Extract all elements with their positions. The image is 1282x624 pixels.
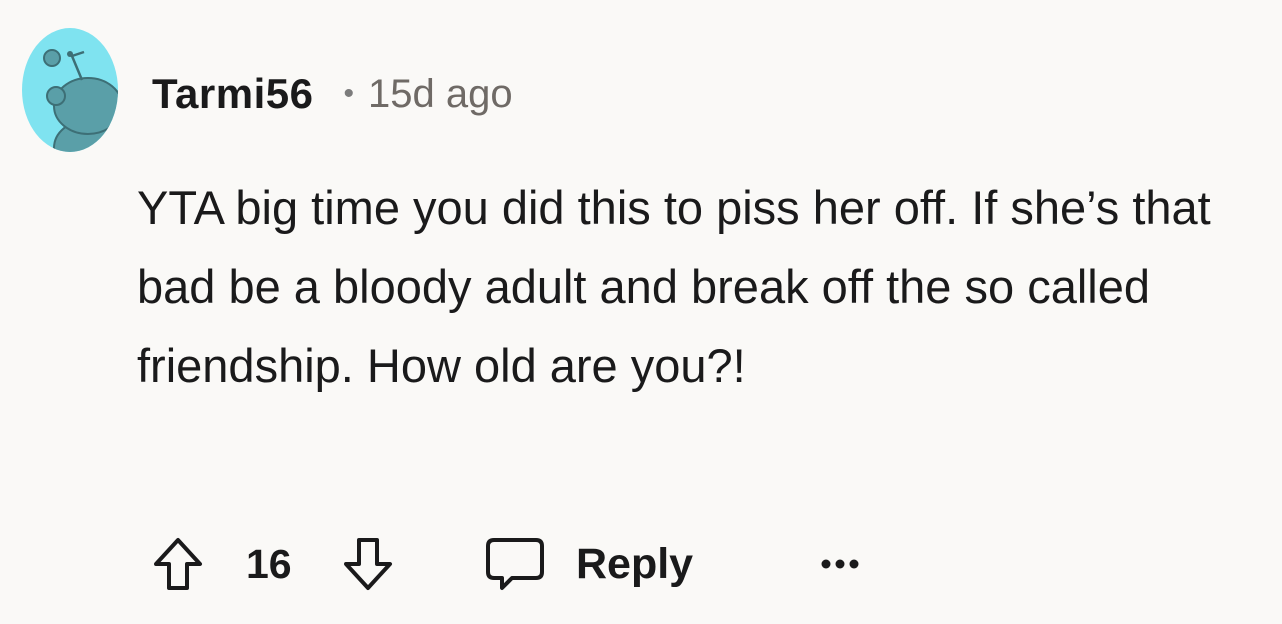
comment-header: Tarmi56 • 15d ago bbox=[152, 66, 513, 122]
reply-label: Reply bbox=[576, 539, 694, 588]
reply-button[interactable]: Reply bbox=[484, 532, 693, 596]
upvote-button[interactable] bbox=[146, 532, 210, 596]
more-options-button[interactable] bbox=[818, 532, 862, 596]
comment: Tarmi56 • 15d ago YTA big time you did t… bbox=[0, 0, 1282, 624]
meta-separator: • bbox=[343, 77, 354, 110]
comment-timestamp[interactable]: 15d ago bbox=[368, 72, 513, 117]
comment-author[interactable]: Tarmi56 bbox=[152, 70, 313, 118]
arrow-up-icon bbox=[154, 538, 202, 590]
arrow-down-icon bbox=[344, 538, 392, 590]
downvote-button[interactable] bbox=[336, 532, 400, 596]
speech-bubble-icon bbox=[486, 538, 544, 590]
snoo-avatar-icon[interactable] bbox=[22, 28, 118, 152]
comment-body: YTA big time you did this to piss her of… bbox=[137, 181, 1211, 392]
comment-actions: 16 Reply bbox=[146, 532, 886, 596]
more-dots-icon bbox=[821, 559, 859, 569]
vote-score: 16 bbox=[246, 540, 292, 587]
